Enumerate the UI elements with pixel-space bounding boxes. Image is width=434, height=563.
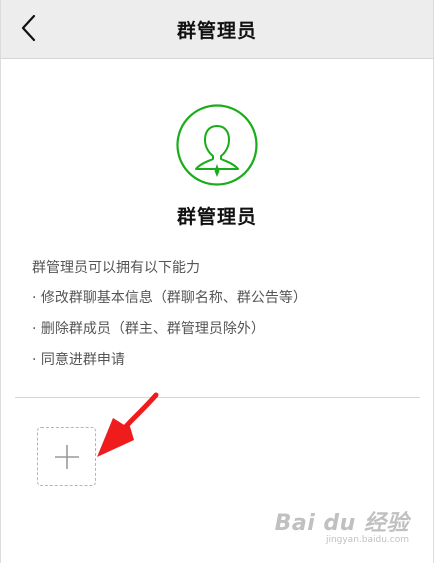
nav-bar: 群管理员: [1, 0, 433, 59]
add-admin-button[interactable]: [37, 427, 96, 486]
admin-avatar-icon: [175, 103, 259, 187]
app-screen: 群管理员 群管理员 群管理员可以拥有以下能力 · 修改群聊基本信息（群聊名称、群…: [0, 0, 434, 563]
capability-item: · 同意进群申请: [32, 352, 125, 368]
watermark-logo: Bai du 经验: [274, 511, 409, 536]
capabilities-list: · 修改群聊基本信息（群聊名称、群公告等） · 删除群成员（群主、群管理员除外）…: [32, 288, 307, 381]
divider: [15, 397, 420, 398]
role-title: 群管理员: [176, 206, 257, 228]
watermark: Bai du 经验 jingyan.baidu.com: [275, 505, 409, 545]
capability-item: · 删除群成员（群主、群管理员除外）: [32, 321, 265, 337]
capabilities-heading: 群管理员可以拥有以下能力: [32, 260, 200, 276]
capability-item: · 修改群聊基本信息（群聊名称、群公告等）: [32, 290, 307, 306]
page-title: 群管理员: [176, 20, 257, 42]
watermark-url: jingyan.baidu.com: [325, 535, 409, 545]
